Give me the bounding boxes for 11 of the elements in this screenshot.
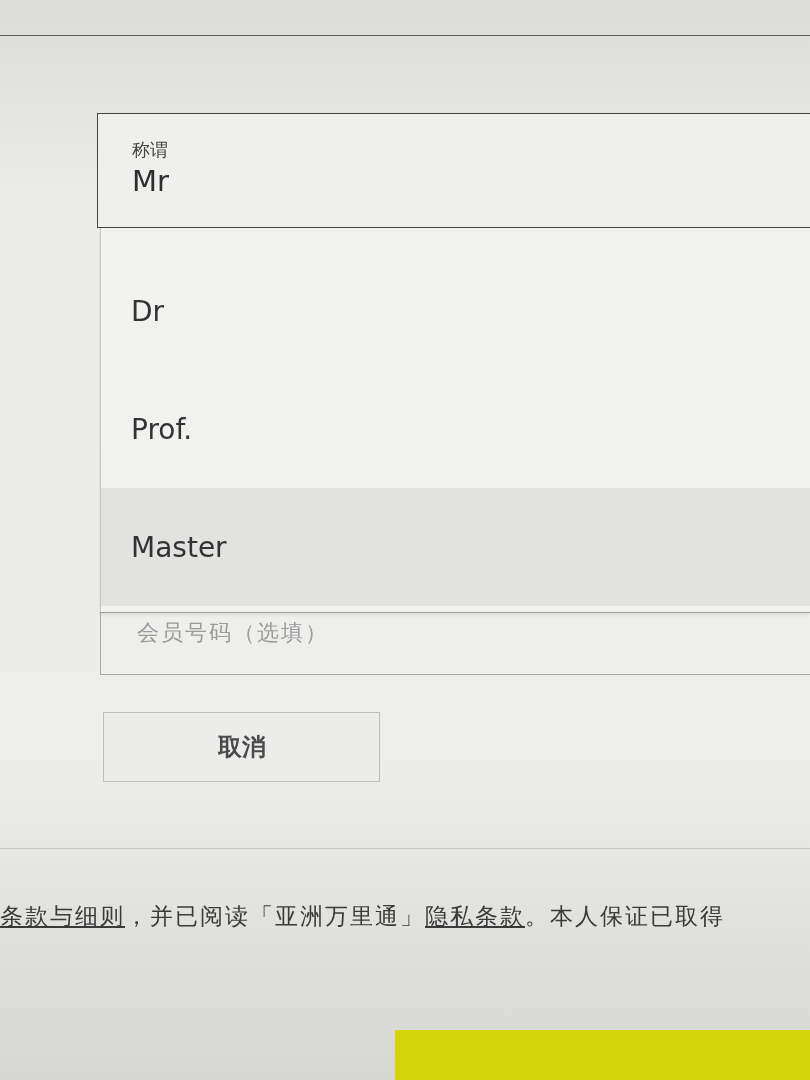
title-label: 称谓 <box>132 138 168 162</box>
policy-link[interactable]: 隐私条款 <box>425 903 525 929</box>
title-option[interactable]: Master <box>101 488 810 606</box>
title-option[interactable]: Dr <box>101 252 810 370</box>
cancel-button[interactable]: 取消 <box>103 712 380 782</box>
title-option[interactable]: Prof. <box>101 370 810 488</box>
policy-link[interactable]: 条款与细则 <box>0 903 125 929</box>
consent-text: 条款与细则，并已阅读「亚洲万里通」隐私条款。本人保证已取得 <box>0 902 726 931</box>
action-button[interactable] <box>395 1030 810 1080</box>
title-value: Mr <box>132 163 169 200</box>
title-select[interactable]: 称谓 Mr <box>97 113 810 228</box>
